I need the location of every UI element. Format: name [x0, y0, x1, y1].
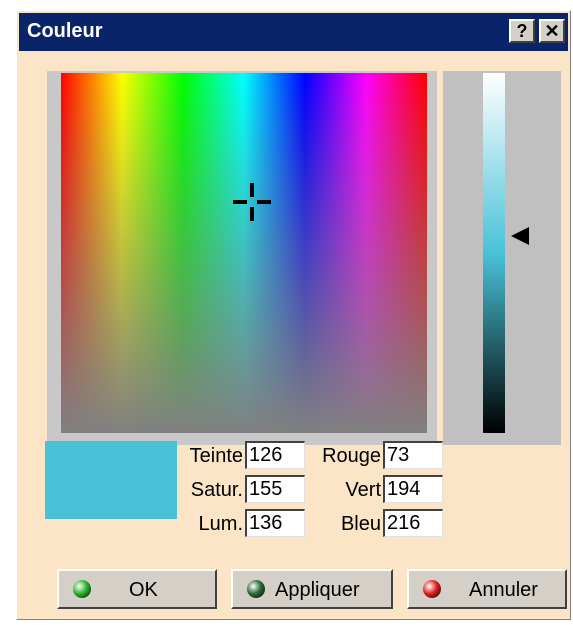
color-spectrum-frame	[47, 71, 437, 445]
color-preview-swatch	[45, 441, 177, 519]
red-label: Rouge	[322, 445, 381, 467]
color-dialog: Couleur ? ✕ Teinte 126 Satur. 155 Lum. 1…	[16, 10, 571, 620]
luminance-label: Lum.	[198, 513, 243, 535]
hue-input[interactable]: 126	[245, 441, 305, 469]
luminance-slider[interactable]	[483, 73, 505, 433]
apply-button-label: Appliquer	[275, 579, 360, 601]
green-label: Vert	[345, 479, 381, 501]
cancel-button[interactable]: Annuler	[407, 569, 567, 609]
luminance-slider-frame	[443, 71, 561, 445]
saturation-label: Satur.	[190, 479, 243, 501]
title-bar[interactable]: Couleur ? ✕	[19, 13, 568, 51]
red-led-icon	[423, 580, 441, 598]
help-button[interactable]: ?	[509, 19, 535, 43]
blue-input[interactable]: 216	[383, 509, 443, 537]
hue-saturation-picker[interactable]	[61, 73, 427, 433]
ok-button[interactable]: OK	[57, 569, 217, 609]
green-led-icon	[73, 580, 91, 598]
dark-green-led-icon	[247, 580, 265, 598]
green-input[interactable]: 194	[383, 475, 443, 503]
luminance-indicator-arrow-icon[interactable]	[511, 227, 529, 245]
hue-label: Teinte	[189, 445, 243, 467]
apply-button[interactable]: Appliquer	[231, 569, 393, 609]
luminance-input[interactable]: 136	[245, 509, 305, 537]
blue-label: Bleu	[340, 513, 381, 535]
dialog-title: Couleur	[27, 20, 103, 42]
cancel-button-label: Annuler	[469, 579, 538, 601]
crosshair-cursor-icon	[233, 183, 271, 221]
red-input[interactable]: 73	[383, 441, 443, 469]
saturation-input[interactable]: 155	[245, 475, 305, 503]
ok-button-label: OK	[129, 579, 158, 601]
close-button[interactable]: ✕	[539, 19, 565, 43]
